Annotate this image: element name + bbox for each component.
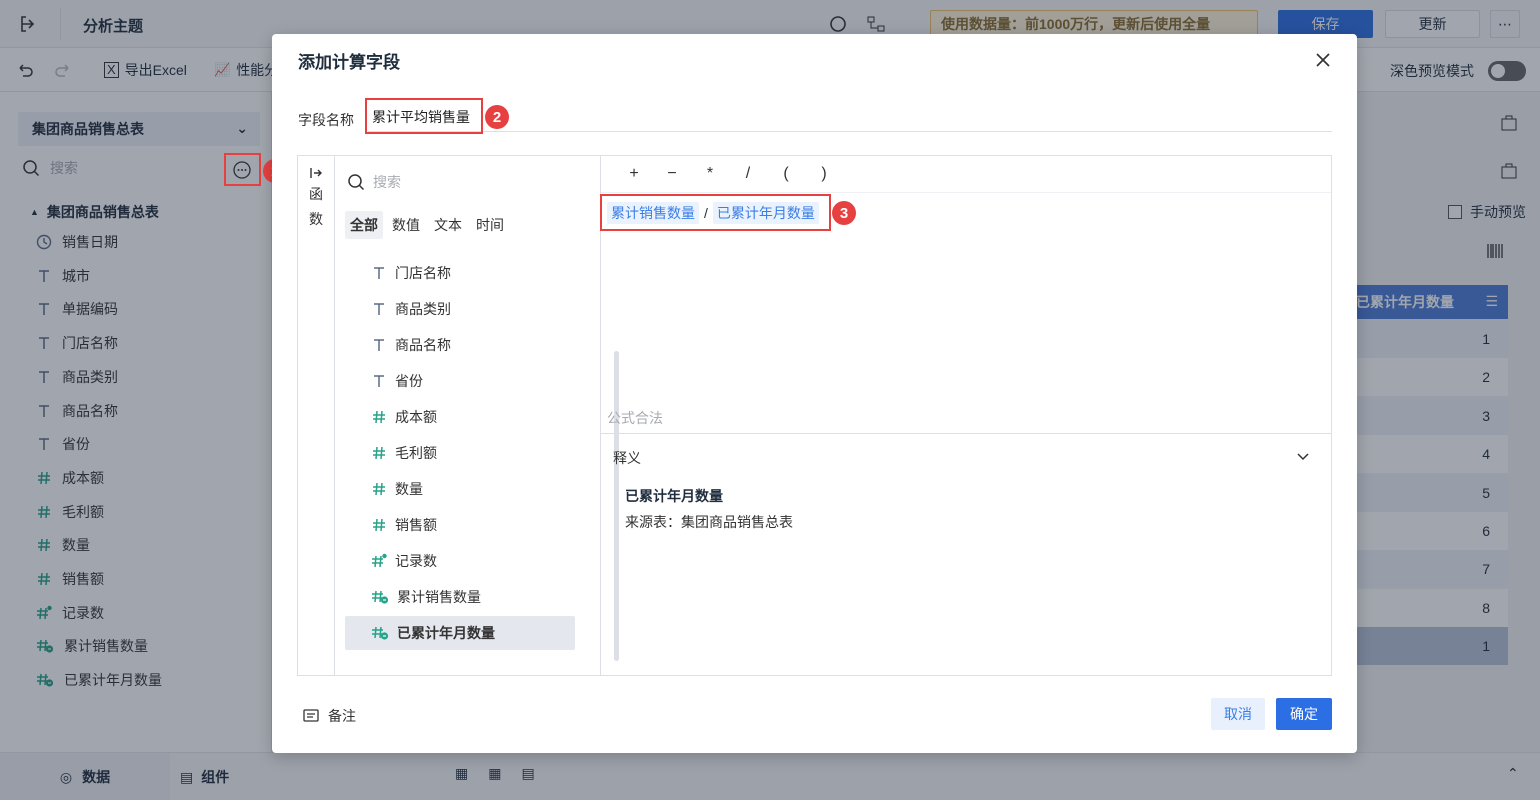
filter-tabs: 全部 数值 文本 时间 bbox=[345, 211, 509, 239]
field-list-label: 累计销售数量 bbox=[397, 589, 481, 605]
text-type-icon bbox=[371, 301, 387, 317]
number-type-icon bbox=[371, 445, 387, 461]
field-list-search[interactable]: 搜索 bbox=[347, 170, 587, 194]
explain-source: 来源表： 集团商品销售总表 bbox=[625, 512, 793, 532]
formula-expression[interactable]: 累计销售数量 / 已累计年月数量 bbox=[607, 202, 819, 224]
function-tab-char-2: 数 bbox=[309, 211, 323, 227]
tab-number[interactable]: 数值 bbox=[387, 211, 425, 239]
text-type-icon bbox=[371, 244, 387, 245]
cancel-button[interactable]: 取消 bbox=[1211, 698, 1265, 730]
number-type-icon bbox=[371, 409, 387, 425]
explain-source-label: 来源表： bbox=[625, 514, 681, 530]
field-list-item[interactable]: 门店名称 bbox=[345, 256, 575, 290]
formula-panel: + − * / ( ) 累计销售数量 / 已累计年月数量 公式合法 释义 已累计… bbox=[601, 156, 1331, 675]
field-list-item[interactable]: 商品类别 bbox=[345, 292, 575, 326]
field-list: 单据编码门店名称商品类别商品名称省份成本额毛利额数量销售额记录数累计销售数量已累… bbox=[345, 244, 575, 664]
field-list-item[interactable]: 毛利额 bbox=[345, 436, 575, 470]
number-type-icon bbox=[371, 517, 387, 533]
note-label: 备注 bbox=[328, 708, 356, 724]
field-list-label: 毛利额 bbox=[395, 445, 437, 461]
field-list-search-placeholder: 搜索 bbox=[373, 174, 401, 190]
field-name-input[interactable] bbox=[368, 102, 1332, 132]
text-type-icon bbox=[371, 337, 387, 353]
field-list-item[interactable]: 商品名称 bbox=[345, 328, 575, 362]
field-list-label: 记录数 bbox=[395, 553, 437, 569]
validation-status: 公式合法 bbox=[607, 410, 663, 426]
tab-text[interactable]: 文本 bbox=[429, 211, 467, 239]
field-list-label: 已累计年月数量 bbox=[397, 625, 495, 641]
annotation-badge-2: 2 bbox=[485, 105, 509, 129]
field-list-label: 销售额 bbox=[395, 517, 437, 533]
field-list-item[interactable]: 累计销售数量 bbox=[345, 580, 575, 614]
operator-bar: + − * / ( ) bbox=[601, 156, 1331, 193]
right-paren-operator[interactable]: ) bbox=[817, 165, 831, 183]
text-type-icon bbox=[371, 373, 387, 389]
confirm-button[interactable]: 确定 bbox=[1276, 698, 1332, 730]
formula-token-right[interactable]: 已累计年月数量 bbox=[712, 202, 819, 224]
field-list-item[interactable]: 省份 bbox=[345, 364, 575, 398]
field-list-label: 成本额 bbox=[395, 409, 437, 425]
dialog-title: 添加计算字段 bbox=[298, 53, 400, 72]
minus-operator[interactable]: − bbox=[665, 165, 679, 183]
explain-source-value: 集团商品销售总表 bbox=[681, 514, 793, 530]
field-list-panel: 搜索 全部 数值 文本 时间 单据编码门店名称商品类别商品名称省份成本额毛利额数… bbox=[335, 156, 619, 675]
calc-field-icon bbox=[371, 625, 389, 641]
field-list-item[interactable]: 数量 bbox=[345, 472, 575, 506]
note-button[interactable]: 备注 bbox=[302, 706, 356, 726]
expand-right-icon bbox=[310, 168, 322, 178]
tab-all[interactable]: 全部 bbox=[345, 211, 383, 239]
formula-operator: / bbox=[704, 205, 708, 221]
formula-token-left[interactable]: 累计销售数量 bbox=[607, 202, 699, 224]
field-list-item[interactable]: 成本额 bbox=[345, 400, 575, 434]
field-list-item[interactable]: 销售额 bbox=[345, 508, 575, 542]
multiply-operator[interactable]: * bbox=[703, 165, 717, 183]
note-icon bbox=[303, 709, 319, 722]
field-name-label: 字段名称 bbox=[298, 112, 354, 128]
explain-panel: 释义 已累计年月数量 来源表： 集团商品销售总表 bbox=[601, 433, 1331, 675]
annotation-badge-3: 3 bbox=[832, 201, 856, 225]
field-list-label: 数量 bbox=[395, 481, 423, 497]
search-icon bbox=[348, 174, 365, 191]
calc-field-icon bbox=[371, 589, 389, 605]
add-calc-field-dialog: 添加计算字段 字段名称 2 函 数 搜索 全部 数值 文本 时间 单据编码门店名… bbox=[272, 34, 1357, 753]
field-list-item[interactable]: 记录数 bbox=[345, 544, 575, 578]
close-icon[interactable] bbox=[1313, 50, 1333, 70]
function-tab-char-1: 函 bbox=[309, 186, 323, 202]
field-list-item[interactable]: 已累计年月数量 bbox=[345, 616, 575, 650]
explain-header: 释义 bbox=[613, 450, 641, 466]
divide-operator[interactable]: / bbox=[741, 165, 755, 183]
field-list-label: 商品类别 bbox=[395, 301, 451, 317]
tab-time[interactable]: 时间 bbox=[471, 211, 509, 239]
field-list-label: 门店名称 bbox=[395, 265, 451, 281]
text-type-icon bbox=[371, 265, 387, 281]
field-list-label: 商品名称 bbox=[395, 337, 451, 353]
chevron-down-icon[interactable] bbox=[1295, 448, 1311, 464]
explain-field-name: 已累计年月数量 bbox=[625, 488, 723, 504]
function-panel-toggle[interactable]: 函 数 bbox=[298, 156, 335, 675]
formula-editor: 函 数 搜索 全部 数值 文本 时间 单据编码门店名称商品类别商品名称省份成本额… bbox=[297, 155, 1332, 676]
number-type-icon bbox=[371, 481, 387, 497]
left-paren-operator[interactable]: ( bbox=[779, 165, 793, 183]
plus-operator[interactable]: + bbox=[627, 165, 641, 183]
field-list-item[interactable]: 单据编码 bbox=[345, 244, 575, 254]
field-list-label: 单据编码 bbox=[395, 244, 451, 247]
calc-number-icon bbox=[371, 553, 387, 569]
field-list-label: 省份 bbox=[395, 373, 423, 389]
